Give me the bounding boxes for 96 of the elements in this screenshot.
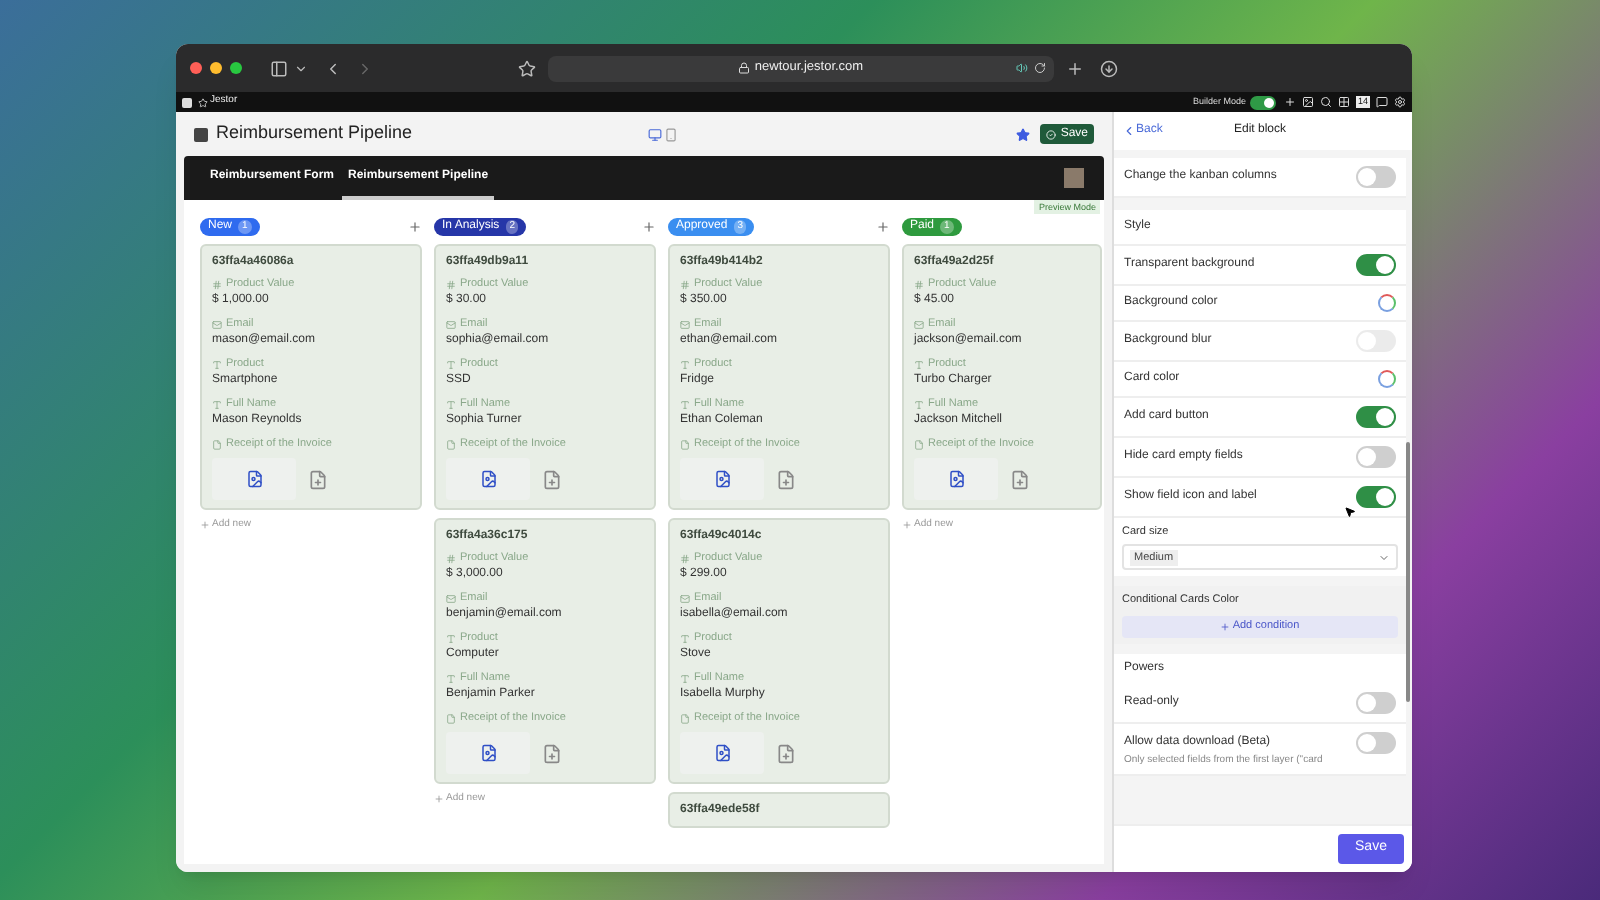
document-icon: [479, 470, 497, 488]
add-card-icon[interactable]: [408, 219, 422, 233]
add-file-icon[interactable]: [308, 469, 328, 489]
color-picker[interactable]: [1378, 294, 1396, 312]
envelope-icon: [446, 593, 456, 603]
add-file-icon[interactable]: [542, 743, 562, 763]
add-file-icon[interactable]: [776, 469, 796, 489]
plus-icon: [1220, 621, 1231, 631]
mobile-icon[interactable]: [664, 127, 679, 141]
add-icon[interactable]: [1283, 96, 1296, 108]
star-icon[interactable]: [1016, 127, 1031, 141]
number-icon: [446, 279, 456, 289]
text-icon: [680, 359, 690, 369]
new-tab-icon[interactable]: [1066, 59, 1084, 77]
attachment-thumbnail[interactable]: [680, 732, 764, 774]
check-icon: [1046, 129, 1057, 139]
document-icon: [713, 744, 731, 762]
file-icon: [680, 439, 690, 449]
file-icon: [446, 439, 456, 449]
toggle-switch[interactable]: [1356, 486, 1396, 508]
reload-icon[interactable]: [1034, 62, 1046, 74]
desktop-icon[interactable]: [648, 127, 663, 141]
envelope-icon: [446, 319, 456, 329]
envelope-icon: [212, 319, 222, 329]
toggle-switch[interactable]: [1356, 446, 1396, 468]
text-icon: [446, 633, 456, 643]
toggle-switch[interactable]: [1356, 166, 1396, 188]
file-icon: [446, 713, 456, 723]
file-icon: [212, 439, 222, 449]
settings-icon[interactable]: [1394, 96, 1406, 108]
back-icon[interactable]: [324, 59, 342, 77]
plus-icon: [200, 520, 210, 531]
chat-icon[interactable]: [1376, 96, 1388, 108]
toggle-switch[interactable]: [1356, 731, 1396, 753]
minimize-icon[interactable]: [210, 62, 222, 74]
number-icon: [212, 279, 222, 289]
number-icon: [680, 279, 690, 289]
grid-icon[interactable]: [1337, 96, 1350, 108]
page-icon: [194, 127, 208, 141]
add-file-icon[interactable]: [776, 743, 796, 763]
text-icon: [680, 399, 690, 409]
text-icon: [212, 399, 222, 409]
text-icon: [914, 359, 924, 369]
lock-icon: [738, 62, 751, 74]
chevron-left-icon: [1122, 124, 1136, 138]
add-card-icon[interactable]: [876, 219, 890, 233]
toggle-switch[interactable]: [1356, 406, 1396, 428]
number-icon: [680, 553, 690, 563]
plus-icon: [434, 794, 444, 805]
maximize-icon[interactable]: [230, 62, 242, 74]
text-icon: [446, 399, 456, 409]
builder-mode-toggle[interactable]: [1249, 95, 1276, 109]
add-card-icon[interactable]: [642, 219, 656, 233]
envelope-icon: [680, 593, 690, 603]
attachment-thumbnail[interactable]: [446, 458, 530, 500]
document-icon: [947, 470, 965, 488]
attachment-thumbnail[interactable]: [914, 458, 998, 500]
sidebar-icon[interactable]: [270, 59, 288, 77]
envelope-icon: [680, 319, 690, 329]
speaker-icon[interactable]: [1016, 62, 1028, 74]
attachment-thumbnail[interactable]: [212, 458, 296, 500]
text-icon: [446, 673, 456, 683]
file-icon: [914, 439, 924, 449]
toggle-switch[interactable]: [1356, 254, 1396, 276]
number-icon: [914, 279, 924, 289]
document-icon: [479, 744, 497, 762]
chevron-down-icon: [1378, 551, 1390, 564]
color-picker[interactable]: [1378, 370, 1396, 388]
document-icon: [713, 470, 731, 488]
star-icon[interactable]: [518, 59, 536, 77]
close-icon[interactable]: [190, 62, 202, 74]
photo-placeholder: [1064, 168, 1084, 188]
number-icon: [446, 553, 456, 563]
envelope-icon: [914, 319, 924, 329]
add-file-icon[interactable]: [1010, 469, 1030, 489]
chevron-down-icon[interactable]: [294, 61, 308, 75]
app-menu-icon[interactable]: [182, 97, 192, 107]
download-icon[interactable]: [1100, 59, 1118, 77]
document-icon: [245, 470, 263, 488]
mouse-cursor-icon: [1344, 506, 1356, 518]
image-icon[interactable]: [1301, 96, 1314, 108]
text-icon: [914, 399, 924, 409]
attachment-thumbnail[interactable]: [680, 458, 764, 500]
add-file-icon[interactable]: [542, 469, 562, 489]
page-title: Reimbursement Pipeline: [216, 120, 413, 147]
search-icon[interactable]: [1319, 96, 1332, 108]
text-icon: [680, 633, 690, 643]
text-icon: [680, 673, 690, 683]
text-icon: [212, 359, 222, 369]
toggle-switch[interactable]: [1356, 691, 1396, 713]
file-icon: [680, 713, 690, 723]
plus-icon: [902, 520, 912, 531]
star-icon: [198, 97, 208, 107]
forward-icon[interactable]: [356, 59, 374, 77]
attachment-thumbnail[interactable]: [446, 732, 530, 774]
text-icon: [446, 359, 456, 369]
